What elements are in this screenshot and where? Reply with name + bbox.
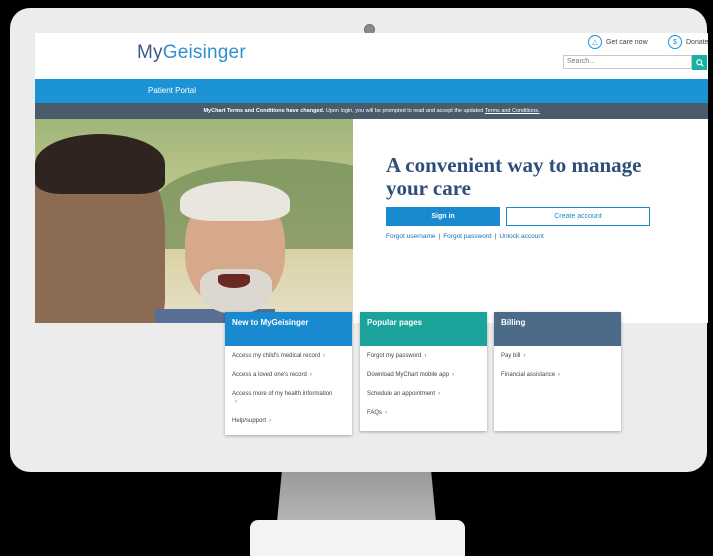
monitor-frame: MyGeisinger △ Get care now $ Donate Sear… bbox=[10, 8, 709, 472]
list-item[interactable]: Forgot my password › bbox=[367, 352, 480, 360]
browser-screen: MyGeisinger △ Get care now $ Donate Sear… bbox=[35, 33, 709, 435]
search-button[interactable] bbox=[692, 55, 707, 70]
unlock-account-link[interactable]: Unlock account bbox=[499, 233, 543, 240]
list-item[interactable]: FAQs › bbox=[367, 409, 480, 417]
list-item[interactable]: Download MyChart mobile app › bbox=[367, 371, 480, 379]
forgot-username-link[interactable]: Forgot username bbox=[386, 233, 436, 240]
card-title: New to MyGeisinger bbox=[225, 312, 352, 346]
card-new-to-mygeisinger: New to MyGeisinger Access my child's med… bbox=[225, 312, 352, 435]
hero-headline: A convenient way to manage your care bbox=[386, 153, 642, 200]
donate-link[interactable]: $ Donate bbox=[668, 35, 709, 49]
list-item[interactable]: Access my child's medical record › bbox=[232, 352, 345, 360]
chevron-right-icon: › bbox=[452, 372, 455, 378]
list-item[interactable]: Help/support › bbox=[232, 417, 345, 425]
portal-nav-bar: Patient Portal bbox=[35, 79, 708, 103]
chevron-right-icon: › bbox=[385, 410, 388, 416]
patient-portal-link[interactable]: Patient Portal bbox=[148, 86, 196, 95]
chevron-right-icon: › bbox=[269, 418, 272, 424]
donate-hand-icon: $ bbox=[668, 35, 682, 49]
list-item[interactable]: Financial assistance › bbox=[501, 371, 614, 379]
terms-notice-banner: MyChart Terms and Conditions have change… bbox=[35, 103, 708, 119]
card-title: Billing bbox=[494, 312, 621, 346]
chevron-right-icon: › bbox=[424, 353, 427, 359]
chevron-right-icon: › bbox=[558, 372, 561, 378]
chevron-right-icon: › bbox=[523, 353, 526, 359]
chevron-right-icon: › bbox=[235, 399, 237, 405]
create-account-button[interactable]: Create account bbox=[506, 207, 650, 226]
search-input[interactable]: Search... bbox=[563, 55, 692, 69]
list-item[interactable]: Access a loved one's record › bbox=[232, 371, 345, 379]
card-billing: Billing Pay bill › Financial assistance › bbox=[494, 312, 621, 431]
get-care-now-link[interactable]: △ Get care now bbox=[588, 35, 648, 49]
account-help-links: Forgot username | Forgot password | Unlock a… bbox=[386, 233, 544, 240]
search-icon bbox=[695, 58, 704, 67]
chevron-right-icon: › bbox=[438, 391, 441, 397]
car-icon: △ bbox=[588, 35, 602, 49]
card-popular-pages: Popular pages Forgot my password › Downlo… bbox=[360, 312, 487, 431]
monitor-stand-base bbox=[250, 520, 465, 556]
mygeisinger-logo[interactable]: MyGeisinger bbox=[137, 42, 246, 64]
terms-link[interactable]: Terms and Conditions. bbox=[485, 108, 540, 114]
list-item[interactable]: Pay bill › bbox=[501, 352, 614, 360]
chevron-right-icon: › bbox=[309, 372, 312, 378]
card-title: Popular pages bbox=[360, 312, 487, 346]
forgot-password-link[interactable]: Forgot password bbox=[443, 233, 491, 240]
list-item[interactable]: Schedule an appointment › bbox=[367, 390, 480, 398]
sign-in-button[interactable]: Sign in bbox=[386, 207, 500, 226]
chevron-right-icon: › bbox=[323, 353, 326, 359]
monitor-stand-neck bbox=[277, 472, 436, 522]
list-item[interactable]: Access more of my health information › bbox=[232, 390, 345, 406]
hero-photo bbox=[35, 119, 353, 323]
